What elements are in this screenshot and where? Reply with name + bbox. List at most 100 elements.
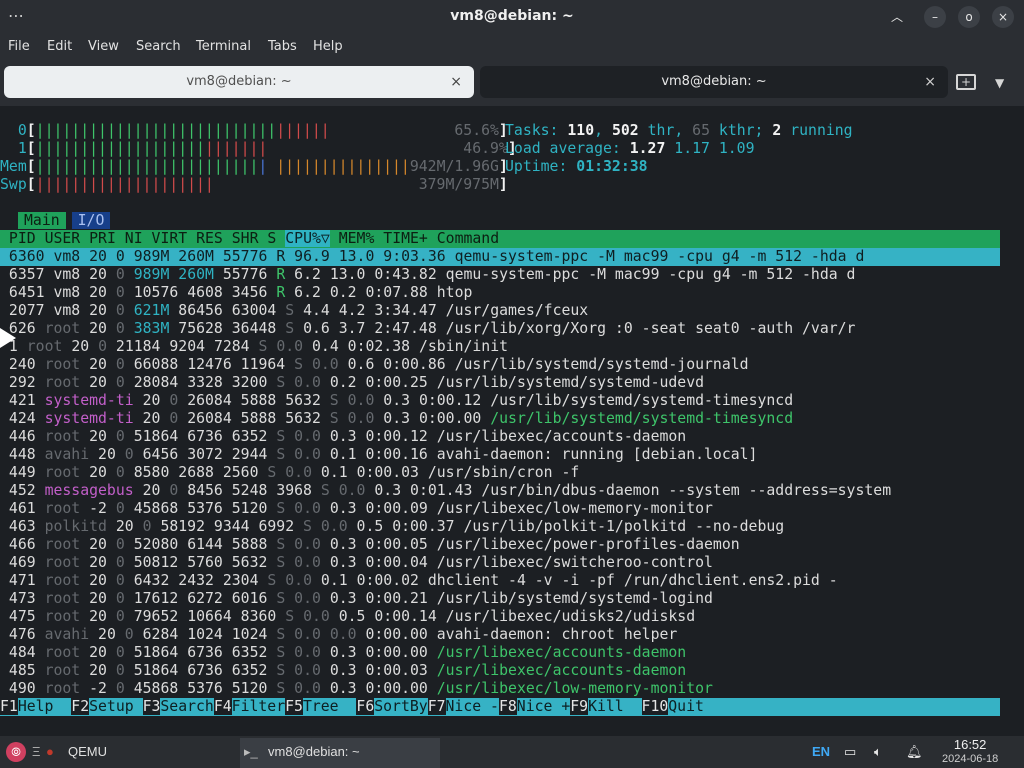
taskbar-terminal-item[interactable]: ▸_ vm8@debian: ~ xyxy=(240,738,440,768)
res-cell: 3328 xyxy=(187,374,223,391)
table-row[interactable]: 452 messagebus 20 0 8456 5248 3968 S 0.0… xyxy=(0,482,1000,500)
function-key-label[interactable]: Search xyxy=(160,698,213,715)
column-header[interactable]: MEM% xyxy=(339,230,375,247)
function-key[interactable]: F7 xyxy=(427,698,446,715)
table-row[interactable]: 240 root 20 0 66088 12476 11964 S 0.0 0.… xyxy=(0,356,1000,374)
menu-edit[interactable]: Edit xyxy=(47,39,72,54)
menu-tabs[interactable]: Tabs xyxy=(268,39,297,54)
close-window-button[interactable]: × xyxy=(992,6,1014,28)
function-key[interactable]: F2 xyxy=(71,698,90,715)
menu-help[interactable]: Help xyxy=(313,39,343,54)
function-key[interactable]: F6 xyxy=(356,698,375,715)
user-cell: avahi xyxy=(44,626,90,643)
cpu-cell: 4.4 xyxy=(303,302,330,319)
function-key-label[interactable]: Nice + xyxy=(517,698,570,715)
cpu-cell: 0.0 xyxy=(320,518,348,535)
virt-cell: 6432 xyxy=(133,572,170,589)
virt-cell: 66088 xyxy=(133,356,179,373)
ni-cell: 0 xyxy=(169,482,179,499)
pri-cell: 20 xyxy=(89,590,107,607)
table-row[interactable]: 476 avahi 20 0 6284 1024 1024 S 0.0 0.0 … xyxy=(0,626,1000,644)
notification-bell-icon[interactable]: 🔔︎ xyxy=(906,744,923,760)
state-cell: S xyxy=(285,302,295,319)
minimize-button[interactable]: – xyxy=(924,6,946,28)
table-row[interactable]: 484 root 20 0 51864 6736 6352 S 0.0 0.3 … xyxy=(0,644,1000,662)
column-header[interactable]: PID xyxy=(9,230,36,247)
keep-above-button[interactable]: ︿ xyxy=(886,6,908,28)
taskbar-qemu[interactable]: QEMU xyxy=(68,744,107,759)
table-row[interactable]: 471 root 20 0 6432 2432 2304 S 0.0 0.1 0… xyxy=(0,572,1000,590)
function-key-label[interactable]: Help xyxy=(18,698,71,715)
table-row[interactable]: 424 systemd-ti 20 0 26084 5888 5632 S 0.… xyxy=(0,410,1000,428)
table-row[interactable]: 2077 vm8 20 0 621M 86456 63004 S 4.4 4.2… xyxy=(0,302,1000,320)
table-row[interactable]: 461 root -2 0 45868 5376 5120 S 0.0 0.3 … xyxy=(0,500,1000,518)
function-key[interactable]: F3 xyxy=(142,698,161,715)
column-header[interactable]: Command xyxy=(437,230,499,247)
table-row[interactable]: 466 root 20 0 52080 6144 5888 S 0.0 0.3 … xyxy=(0,536,1000,554)
column-header[interactable]: NI xyxy=(125,230,143,247)
table-row[interactable]: 485 root 20 0 51864 6736 6352 S 0.0 0.3 … xyxy=(0,662,1000,680)
column-header[interactable]: USER xyxy=(45,230,81,247)
volume-icon[interactable]: 🔈︎ xyxy=(874,744,882,760)
table-row[interactable]: 473 root 20 0 17612 6272 6016 S 0.0 0.3 … xyxy=(0,590,1000,608)
function-key[interactable]: F10 xyxy=(641,698,669,715)
menu-terminal[interactable]: Terminal xyxy=(196,39,251,54)
user-cell: root xyxy=(44,428,81,445)
function-key[interactable]: F1 xyxy=(0,698,18,715)
debian-menu-icon[interactable]: ⦾ xyxy=(6,742,26,762)
tab-io[interactable]: I/O xyxy=(71,212,111,229)
function-key-label[interactable]: SortBy xyxy=(374,698,427,715)
column-header[interactable]: TIME+ xyxy=(383,230,428,247)
table-row[interactable]: 6360 vm8 20 0 989M 260M 55776 R 96.9 13.… xyxy=(0,248,1000,266)
table-row[interactable]: 463 polkitd 20 0 58192 9344 6992 S 0.0 0… xyxy=(0,518,1000,536)
function-key[interactable]: F5 xyxy=(285,698,303,715)
table-row[interactable]: 449 root 20 0 8580 2688 2560 S 0.0 0.1 0… xyxy=(0,464,1000,482)
process-table-header[interactable]: PID USER PRI NI VIRT RES SHR S CPU%▽ MEM… xyxy=(0,230,1000,248)
table-row[interactable]: 469 root 20 0 50812 5760 5632 S 0.0 0.3 … xyxy=(0,554,1000,572)
cpu-cell: 0.0 xyxy=(294,536,321,553)
keyboard-layout[interactable]: EN xyxy=(812,744,830,759)
function-key-label[interactable]: Tree xyxy=(303,698,356,715)
function-key-label[interactable]: Quit xyxy=(668,698,704,715)
column-header[interactable]: PRI xyxy=(89,230,116,247)
function-key-label[interactable]: Nice - xyxy=(446,698,499,715)
table-row[interactable]: 626 root 20 0 383M 75628 36448 S 0.6 3.7… xyxy=(0,320,1000,338)
close-tab-icon[interactable]: × xyxy=(450,66,462,98)
function-key-label[interactable]: Filter xyxy=(232,698,285,715)
function-key-label[interactable]: Setup xyxy=(89,698,142,715)
function-key[interactable]: F4 xyxy=(213,698,232,715)
menu-search[interactable]: Search xyxy=(136,39,181,54)
table-row[interactable]: 448 avahi 20 0 6456 3072 2944 S 0.0 0.1 … xyxy=(0,446,1000,464)
column-header[interactable]: SHR xyxy=(232,230,259,247)
column-header[interactable]: VIRT xyxy=(152,230,188,247)
tab-terminal-1[interactable]: vm8@debian: ~ × xyxy=(4,66,474,98)
function-key-label[interactable]: Kill xyxy=(588,698,641,715)
network-icon[interactable]: ▭ xyxy=(844,744,856,760)
column-header[interactable]: RES xyxy=(196,230,223,247)
maximize-button[interactable]: o xyxy=(958,6,980,28)
close-tab-icon[interactable]: × xyxy=(924,66,936,98)
function-key[interactable]: F9 xyxy=(570,698,589,715)
tab-main[interactable]: Main xyxy=(18,212,66,229)
menu-view[interactable]: View xyxy=(88,39,119,54)
new-tab-icon[interactable]: + xyxy=(956,74,976,90)
menu-file[interactable]: File xyxy=(8,39,30,54)
table-row[interactable]: 490 root -2 0 45868 5376 5120 S 0.0 0.3 … xyxy=(0,680,1000,698)
virt-cell: 26084 xyxy=(187,410,232,427)
column-header[interactable]: S xyxy=(267,230,276,247)
tab-terminal-2[interactable]: vm8@debian: ~ × xyxy=(480,66,948,98)
clock[interactable]: 16:52 2024-06-18 xyxy=(942,738,998,766)
table-row[interactable]: 421 systemd-ti 20 0 26084 5888 5632 S 0.… xyxy=(0,392,1000,410)
table-row[interactable]: 6357 vm8 20 0 989M 260M 55776 R 6.2 13.0… xyxy=(0,266,1000,284)
virt-cell: 989M xyxy=(133,266,170,283)
table-row[interactable]: 1 root 20 0 21184 9204 7284 S 0.0 0.4 0:… xyxy=(0,338,1000,356)
column-header[interactable]: CPU%▽ xyxy=(285,230,330,247)
terminal-area[interactable]: 0[||||||||||||||||||||||||||||||||| 65.6… xyxy=(0,106,1024,736)
chevron-down-icon[interactable]: ▼ xyxy=(995,76,1004,90)
table-row[interactable]: 475 root 20 0 79652 10664 8360 S 0.0 0.5… xyxy=(0,608,1000,626)
table-row[interactable]: 446 root 20 0 51864 6736 6352 S 0.0 0.3 … xyxy=(0,428,1000,446)
table-row[interactable]: 6451 vm8 20 0 10576 4608 3456 R 6.2 0.2 … xyxy=(0,284,1000,302)
res-cell: 6736 xyxy=(187,644,223,661)
table-row[interactable]: 292 root 20 0 28084 3328 3200 S 0.0 0.2 … xyxy=(0,374,1000,392)
function-key[interactable]: F8 xyxy=(498,698,517,715)
